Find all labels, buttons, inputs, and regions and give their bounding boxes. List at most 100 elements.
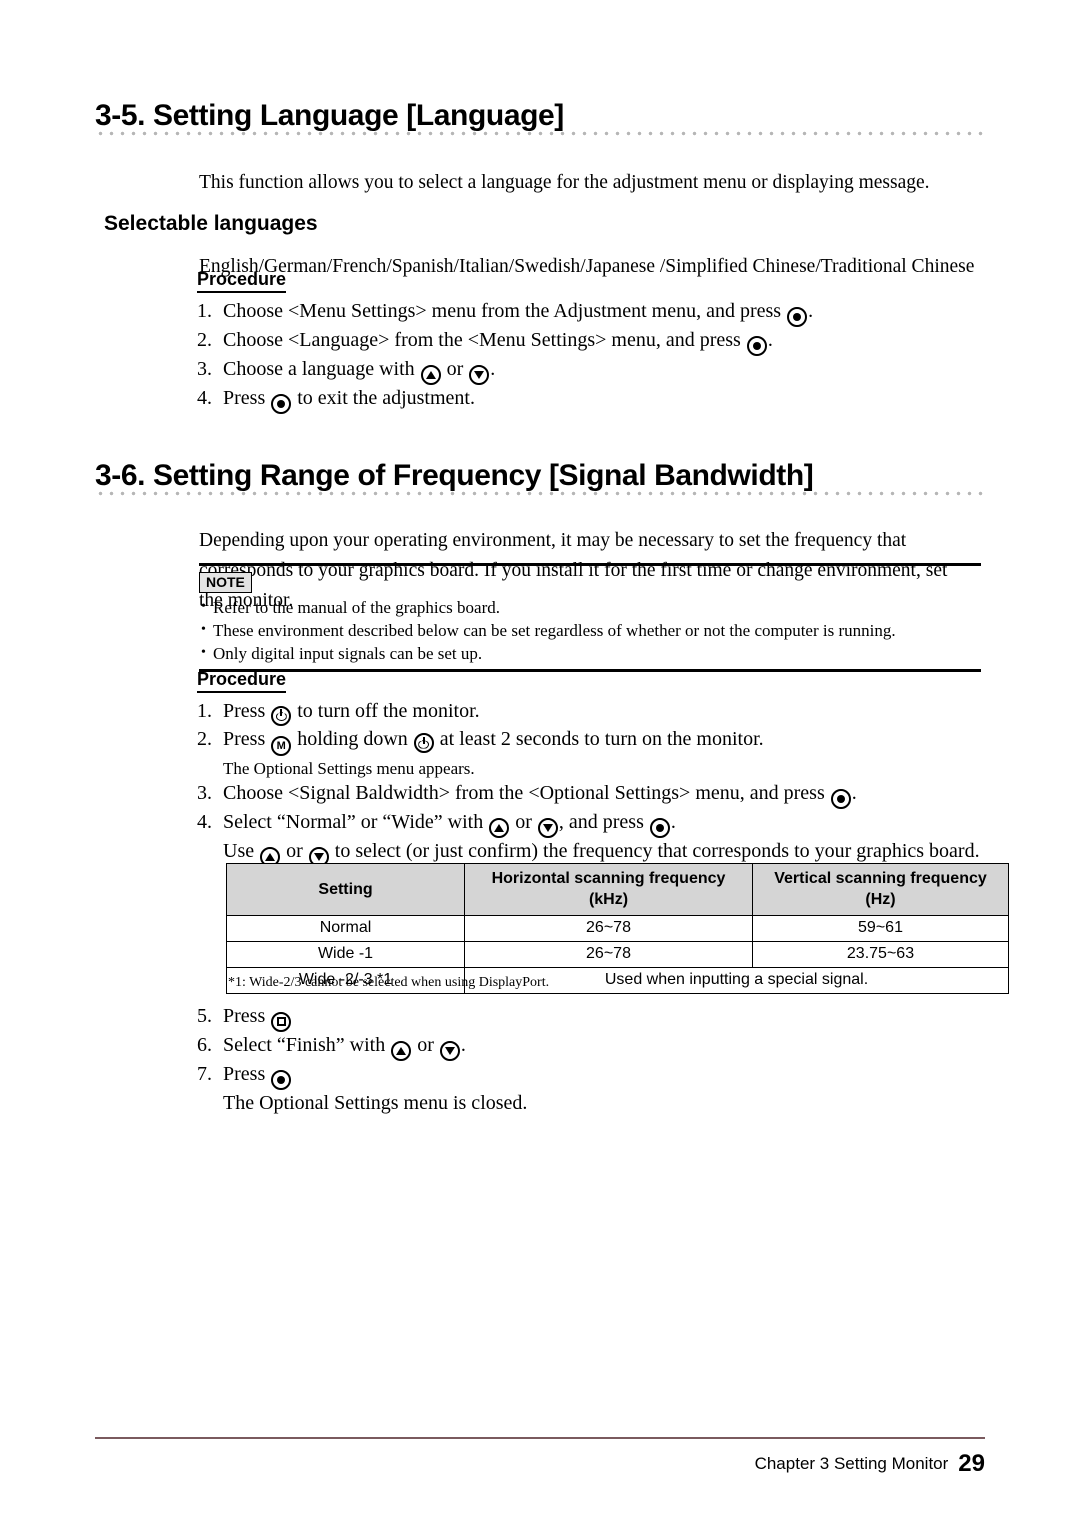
- table-header-row: Setting Horizontal scanning frequency (k…: [226, 863, 1009, 916]
- selectable-languages-heading: Selectable languages: [104, 212, 318, 236]
- cell-horizontal: 26~78: [464, 915, 753, 942]
- cell-vertical: 59~61: [752, 915, 1009, 942]
- step-text: Choose <Signal Baldwidth> from the <Opti…: [223, 781, 987, 809]
- step-text: Select “Normal” or “Wide” with or , and …: [223, 810, 987, 838]
- note-badge: NOTE: [199, 572, 252, 593]
- step-item: 3. Choose a language with or .: [197, 357, 987, 385]
- note-item: These environment described below can be…: [199, 618, 981, 642]
- step-item: 3. Choose <Signal Baldwidth> from the <O…: [197, 781, 987, 809]
- step-text-part: Press: [223, 1062, 271, 1085]
- step-text-part: .: [767, 329, 773, 351]
- step-text: Press to exit the adjustment.: [223, 386, 987, 414]
- mode-key-icon: M: [271, 736, 292, 756]
- cell-setting: Normal: [226, 915, 465, 942]
- step-text: Choose a language with or .: [223, 357, 987, 385]
- step-text: Press M holding down at least 2 seconds …: [223, 727, 987, 756]
- cell-setting: Wide -1: [226, 941, 465, 968]
- note-list: Refer to the manual of the graphics boar…: [199, 595, 981, 665]
- step-text: Choose <Language> from the <Menu Setting…: [223, 328, 987, 356]
- procedure-heading-3-6: Procedure: [197, 668, 287, 693]
- step-item: 5. Press: [197, 1004, 987, 1032]
- step-text: Choose <Menu Settings> menu from the Adj…: [223, 299, 987, 327]
- step-item: 1. Press to turn off the monitor.: [197, 699, 987, 726]
- step-text-part: Choose <Signal Baldwidth> from the <Opti…: [223, 782, 830, 804]
- step-item: 1. Choose <Menu Settings> menu from the …: [197, 299, 987, 327]
- step-text-part: Press: [223, 387, 271, 409]
- section-heading-3-5-text: 3-5. Setting Language [Language]: [95, 99, 564, 132]
- step-text-part: .: [808, 300, 814, 322]
- note-item: Refer to the manual of the graphics boar…: [199, 595, 981, 619]
- step-text-part: to exit the adjustment.: [292, 387, 475, 409]
- step-number: 7.: [197, 1062, 212, 1085]
- step-text-part: .: [851, 782, 857, 804]
- step-number: 1.: [197, 300, 212, 322]
- selectable-languages-list: English/German/French/Spanish/Italian/Sw…: [199, 255, 975, 277]
- column-header-horizontal-line1: Horizontal scanning frequency: [491, 870, 726, 887]
- step-text-part: Choose <Language> from the <Menu Setting…: [223, 329, 746, 351]
- column-header-horizontal-line2: (kHz): [588, 891, 629, 908]
- step-text-part: at least 2 seconds to turn on the monito…: [434, 727, 764, 750]
- column-header-vertical-line2: (Hz): [865, 891, 896, 908]
- step-number: 2.: [197, 329, 212, 351]
- step-number: 6.: [197, 1033, 212, 1056]
- step-text-part: to turn off the monitor.: [292, 700, 480, 722]
- document-page: 3-5. Setting Language [Language] This fu…: [0, 0, 1080, 1527]
- procedure-steps-3-6-tail: 5. Press 6. Select “Finish” with or . 7.…: [197, 1004, 987, 1116]
- table-row: Normal 26~78 59~61: [226, 915, 1009, 942]
- step-text-part: or: [441, 358, 469, 380]
- step-number: 1.: [197, 700, 212, 722]
- column-header-vertical-line1: Vertical scanning frequency: [774, 870, 987, 887]
- step-number: 3.: [197, 782, 212, 804]
- step-text-part: or: [510, 811, 537, 833]
- power-key-icon: [413, 733, 434, 753]
- enter-key-icon: [271, 394, 292, 414]
- step-text: Press: [223, 1004, 987, 1032]
- step-number: 3.: [197, 358, 212, 380]
- step-item: 4. Press to exit the adjustment.: [197, 386, 987, 414]
- up-key-icon: [391, 1040, 412, 1061]
- down-key-icon: [469, 365, 490, 385]
- power-key-icon: [271, 705, 292, 726]
- step-number: 4.: [197, 387, 212, 409]
- enter-key-icon: [746, 336, 767, 356]
- cell-vertical: 23.75~63: [752, 941, 1009, 968]
- down-key-icon: [439, 1040, 460, 1061]
- step-text-part: .: [460, 1033, 466, 1056]
- section-heading-3-5: 3-5. Setting Language [Language]: [95, 98, 985, 140]
- up-key-icon: [489, 818, 510, 838]
- step-item: 7. Press: [197, 1062, 987, 1090]
- page-footer: Chapter 3 Setting Monitor 29: [755, 1452, 985, 1476]
- section-3-5-intro: This function allows you to select a lan…: [199, 171, 930, 193]
- enter-key-icon: [787, 307, 808, 327]
- step-text-part: , and press: [558, 811, 649, 833]
- column-header-horizontal: Horizontal scanning frequency (kHz): [464, 863, 753, 916]
- enter-key-icon: [830, 789, 851, 809]
- step-item: 2. Choose <Language> from the <Menu Sett…: [197, 328, 987, 356]
- column-header-setting: Setting: [226, 863, 465, 916]
- step-text: Press: [223, 1062, 987, 1090]
- up-key-icon: [420, 365, 441, 385]
- step-text-part: Use: [223, 840, 260, 862]
- table-row: Wide -1 26~78 23.75~63: [226, 941, 1009, 968]
- note-block: NOTE Refer to the manual of the graphics…: [199, 563, 981, 672]
- enter-key-icon: [271, 1069, 292, 1090]
- down-key-icon: [537, 818, 558, 838]
- step-text-part: or: [281, 840, 308, 862]
- enter-key-icon: [649, 818, 670, 838]
- procedure-steps-3-5: 1. Choose <Menu Settings> menu from the …: [197, 299, 987, 415]
- step-note: The Optional Settings menu is closed.: [223, 1091, 528, 1114]
- step-text-part: Select “Normal” or “Wide” with: [223, 811, 489, 833]
- step-text-part: .: [670, 811, 676, 833]
- step-text-part: .: [490, 358, 496, 380]
- step-number: 2.: [197, 727, 212, 750]
- cell-horizontal: 26~78: [464, 941, 753, 968]
- procedure-heading-3-5: Procedure: [197, 268, 287, 293]
- procedure-heading-3-6-wrap: Procedure: [197, 668, 287, 693]
- step-item: 6. Select “Finish” with or .: [197, 1033, 987, 1061]
- step-text-part: Choose a language with: [223, 358, 420, 380]
- step-text-part: to select (or just confirm) the frequenc…: [329, 840, 980, 862]
- procedure-heading-3-5-wrap: Procedure: [197, 268, 287, 293]
- step-text: Press to turn off the monitor.: [223, 699, 987, 726]
- footer-divider: [95, 1437, 985, 1439]
- step-item: 2. Press M holding down at least 2 secon…: [197, 727, 987, 756]
